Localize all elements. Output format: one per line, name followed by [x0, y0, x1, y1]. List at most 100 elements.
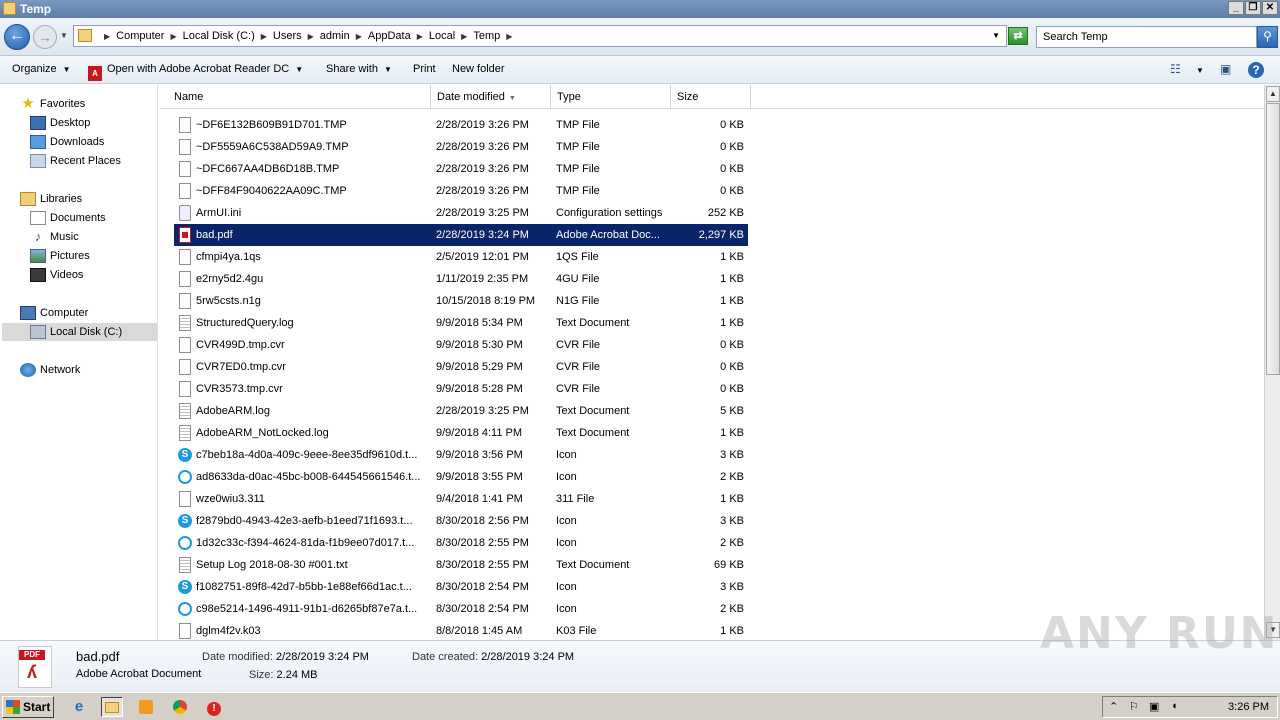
refresh-button[interactable]: ⇄: [1008, 27, 1028, 45]
file-name: StructuredQuery.log: [196, 317, 294, 329]
file-row[interactable]: dglm4f2v.k03 8/8/2018 1:45 AM K03 File 1 KB: [174, 620, 748, 642]
file-row[interactable]: Sf2879bd0-4943-42e3-aefb-b1eed71f1693.t.…: [174, 510, 748, 532]
file-row[interactable]: ~DF6E132B609B91D701.TMP 2/28/2019 3:26 PM…: [174, 114, 748, 136]
file-row[interactable]: 1d32c33c-f394-4624-81da-f1b9ee07d017.t..…: [174, 532, 748, 554]
pdf-file-icon: PDF ʎ: [18, 646, 52, 688]
file-name: CVR499D.tmp.cvr: [196, 339, 285, 351]
breadcrumb-separator[interactable]: ▶: [417, 32, 423, 41]
sidebar-item-favorites[interactable]: ★ Favorites: [20, 95, 85, 113]
start-button[interactable]: Start: [2, 696, 54, 718]
sidebar-item-pictures[interactable]: Pictures: [30, 247, 90, 265]
sidebar-item-libraries[interactable]: Libraries: [20, 190, 82, 208]
file-row[interactable]: AdobeARM.log 2/28/2019 3:25 PM Text Docume…: [174, 400, 748, 422]
breadcrumb-separator[interactable]: ▶: [261, 32, 267, 41]
file-row[interactable]: ArmUI.ini 2/28/2019 3:25 PM Configuration …: [174, 202, 748, 224]
file-row[interactable]: bad.pdf 2/28/2019 3:24 PM Adobe Acrobat Do…: [174, 224, 748, 246]
file-row[interactable]: ~DFF84F9040622AA09C.TMP 2/28/2019 3:26 PM…: [174, 180, 748, 202]
breadcrumb-item[interactable]: admin: [320, 30, 350, 42]
sidebar-item-videos[interactable]: Videos: [30, 266, 83, 284]
recent-pages-dropdown[interactable]: ▼: [60, 31, 68, 40]
file-row[interactable]: c98e5214-1496-4911-91b1-d6265bf87e7a.t..…: [174, 598, 748, 620]
breadcrumb-item[interactable]: Local: [429, 30, 455, 42]
file-row[interactable]: 5rw5csts.n1g 10/15/2018 8:19 PM N1G File 1 …: [174, 290, 748, 312]
file-row[interactable]: ~DF5559A6C538AD59A9.TMP 2/28/2019 3:26 PM…: [174, 136, 748, 158]
address-bar[interactable]: ▶ Computer ▶ Local Disk (C:) ▶ Users ▶ admin ▶ Ap…: [73, 25, 1007, 47]
clock[interactable]: 3:26 PM: [1228, 701, 1269, 713]
back-button[interactable]: ←: [4, 24, 30, 50]
scroll-up-button[interactable]: ▲: [1266, 86, 1280, 102]
volume-icon[interactable]: ◖: [1171, 700, 1178, 712]
file-row[interactable]: StructuredQuery.log 9/9/2018 5:34 PM Text …: [174, 312, 748, 334]
help-icon[interactable]: ?: [1248, 62, 1264, 78]
minimize-button[interactable]: _: [1228, 1, 1244, 15]
file-row[interactable]: Sc7beb18a-4d0a-409c-9eee-8ee35df9610d.t.…: [174, 444, 748, 466]
file-row[interactable]: CVR3573.tmp.cvr 9/9/2018 5:28 PM CVR File 0…: [174, 378, 748, 400]
sidebar-item-local-disk[interactable]: Local Disk (C:): [2, 323, 157, 341]
column-header-size[interactable]: Size: [671, 85, 751, 109]
forward-button[interactable]: →: [33, 25, 57, 49]
file-row[interactable]: Setup Log 2018-08-30 #001.txt 8/30/2018 2…: [174, 554, 748, 576]
internet-explorer-icon[interactable]: e: [68, 697, 90, 717]
breadcrumb-item[interactable]: Temp: [473, 30, 500, 42]
sidebar-item-desktop[interactable]: Desktop: [30, 114, 90, 132]
window-controls: _ ❐ ✕: [1228, 1, 1278, 15]
breadcrumb-separator[interactable]: ▶: [356, 32, 362, 41]
file-row[interactable]: CVR499D.tmp.cvr 9/9/2018 5:30 PM CVR File 0…: [174, 334, 748, 356]
show-hidden-icons[interactable]: ⌃: [1109, 700, 1118, 713]
sidebar-item-computer[interactable]: Computer: [20, 304, 88, 322]
chrome-icon[interactable]: [169, 697, 191, 717]
search-input[interactable]: Search Temp: [1036, 26, 1257, 48]
column-header-date-modified[interactable]: Date modified ▼: [431, 85, 551, 109]
maximize-button[interactable]: ❐: [1245, 1, 1261, 15]
view-dropdown[interactable]: ▼: [1196, 66, 1204, 75]
vertical-scrollbar[interactable]: ▲ ▼: [1264, 85, 1280, 640]
navigation-pane: ★ Favorites Desktop Downloads Recent Plac…: [0, 85, 158, 640]
column-header-name[interactable]: Name: [168, 85, 431, 109]
close-button[interactable]: ✕: [1262, 1, 1278, 15]
file-row[interactable]: CVR7ED0.tmp.cvr 9/9/2018 5:29 PM CVR File 0…: [174, 356, 748, 378]
file-row[interactable]: e2rny5d2.4gu 1/11/2019 2:35 PM 4GU File 1 K…: [174, 268, 748, 290]
file-row[interactable]: Sf1082751-89f8-42d7-b5bb-1e88ef66d1ac.t.…: [174, 576, 748, 598]
file-row[interactable]: ad8633da-d0ac-45bc-b008-644545661546.t..…: [174, 466, 748, 488]
media-player-icon[interactable]: [135, 697, 157, 717]
file-name: CVR7ED0.tmp.cvr: [196, 361, 286, 373]
breadcrumb-separator[interactable]: ▶: [506, 32, 512, 41]
file-row[interactable]: wze0wiu3.311 9/4/2018 1:41 PM 311 File 1 KB: [174, 488, 748, 510]
breadcrumb-separator[interactable]: ▶: [308, 32, 314, 41]
breadcrumb-item[interactable]: Computer: [116, 30, 164, 42]
view-options-icon[interactable]: ☷: [1170, 62, 1181, 76]
sidebar-item-documents[interactable]: Documents: [30, 209, 106, 227]
file-size: 0 KB: [720, 185, 744, 197]
file-name: Setup Log 2018-08-30 #001.txt: [196, 559, 348, 571]
breadcrumb-item[interactable]: Local Disk (C:): [183, 30, 255, 42]
scroll-thumb[interactable]: [1266, 103, 1280, 375]
file-row[interactable]: cfmpi4ya.1qs 2/5/2019 12:01 PM 1QS File 1 K…: [174, 246, 748, 268]
breadcrumb-separator[interactable]: ▶: [461, 32, 467, 41]
explorer-taskbar-icon[interactable]: [101, 697, 123, 717]
organize-menu[interactable]: Organize ▼: [12, 63, 71, 75]
column-header-type[interactable]: Type: [551, 85, 671, 109]
address-history-dropdown[interactable]: ▼: [992, 31, 1000, 40]
file-size: 0 KB: [720, 361, 744, 373]
preview-pane-icon[interactable]: ▣: [1220, 62, 1231, 76]
sidebar-item-recent-places[interactable]: Recent Places: [30, 152, 121, 170]
network-tray-icon[interactable]: ▣: [1149, 700, 1159, 713]
open-with-button[interactable]: A Open with Adobe Acrobat Reader DC ▼: [88, 63, 303, 81]
stop-icon[interactable]: !: [203, 697, 225, 717]
sidebar-item-downloads[interactable]: Downloads: [30, 133, 104, 151]
sidebar-item-network[interactable]: Network: [20, 361, 80, 379]
search-icon[interactable]: ⚲: [1257, 26, 1278, 48]
share-with-menu[interactable]: Share with ▼: [326, 63, 392, 75]
breadcrumb-item[interactable]: AppData: [368, 30, 411, 42]
file-icon: [179, 381, 191, 397]
new-folder-button[interactable]: New folder: [452, 63, 505, 75]
breadcrumb-separator[interactable]: ▶: [170, 32, 176, 41]
file-row[interactable]: AdobeARM_NotLocked.log 9/9/2018 4:11 PM Te…: [174, 422, 748, 444]
breadcrumb-separator[interactable]: ▶: [104, 32, 110, 41]
sidebar-item-music[interactable]: ♪ Music: [30, 228, 79, 246]
action-center-flag-icon[interactable]: ⚐: [1129, 700, 1139, 713]
file-row[interactable]: ~DFC667AA4DB6D18B.TMP 2/28/2019 3:26 PM TM…: [174, 158, 748, 180]
print-button[interactable]: Print: [413, 63, 436, 75]
breadcrumb-item[interactable]: Users: [273, 30, 302, 42]
file-type: Adobe Acrobat Doc...: [556, 229, 660, 241]
